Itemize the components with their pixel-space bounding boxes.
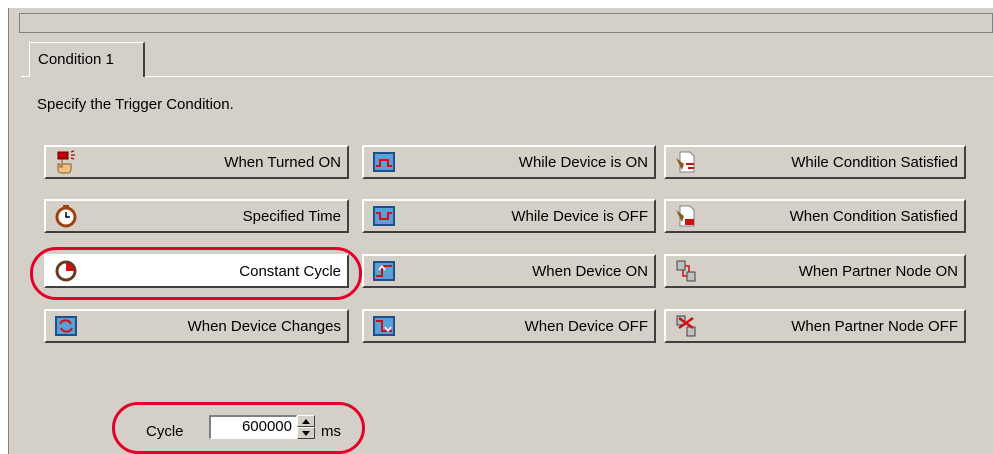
- condition-ok-icon: [674, 204, 698, 228]
- constant-cycle-button[interactable]: Constant Cycle: [44, 254, 349, 288]
- when-partner-node-on-button[interactable]: When Partner Node ON: [664, 254, 966, 288]
- while-device-off-button[interactable]: While Device is OFF: [362, 199, 656, 233]
- button-label: While Device is OFF: [511, 207, 648, 225]
- button-label: When Partner Node ON: [798, 262, 958, 280]
- button-label: When Condition Satisfied: [789, 207, 958, 225]
- when-device-on-button[interactable]: When Device ON: [362, 254, 656, 288]
- button-label: When Partner Node OFF: [791, 317, 958, 335]
- device-on-signal-icon: [372, 150, 396, 174]
- title-bar: [19, 13, 993, 33]
- press-hand-icon: [54, 150, 78, 174]
- tab-label: Condition 1: [38, 51, 114, 68]
- cycle-unit: ms: [321, 423, 341, 440]
- partner-node-off-icon: [674, 314, 698, 338]
- button-label: When Turned ON: [224, 153, 341, 171]
- while-condition-satisfied-button[interactable]: While Condition Satisfied: [664, 145, 966, 179]
- button-label: Constant Cycle: [239, 262, 341, 280]
- condition-document-icon: [674, 150, 698, 174]
- device-off-signal-icon: [372, 204, 396, 228]
- specified-time-button[interactable]: Specified Time: [44, 199, 349, 233]
- cycle-input[interactable]: 600000: [209, 415, 297, 439]
- tab-baseline: [21, 76, 29, 77]
- button-label: While Device is ON: [518, 153, 648, 171]
- spin-down-button[interactable]: [297, 427, 315, 439]
- instruction-text: Specify the Trigger Condition.: [37, 96, 234, 113]
- button-label: While Condition Satisfied: [791, 153, 958, 171]
- tab-condition-1[interactable]: Condition 1: [29, 42, 145, 77]
- when-condition-satisfied-button[interactable]: When Condition Satisfied: [664, 199, 966, 233]
- clock-icon: [54, 204, 78, 228]
- button-label: When Device Changes: [187, 317, 341, 335]
- button-label: When Device ON: [532, 262, 648, 280]
- partner-node-on-icon: [674, 259, 698, 283]
- device-change-icon: [54, 314, 78, 338]
- button-label: Specified Time: [242, 207, 341, 225]
- tab-baseline: [145, 76, 993, 77]
- device-rise-icon: [372, 259, 396, 283]
- when-device-changes-button[interactable]: When Device Changes: [44, 309, 349, 343]
- cycle-label: Cycle: [146, 423, 184, 440]
- arrow-down-icon: [302, 430, 310, 436]
- arrow-up-icon: [302, 418, 310, 424]
- when-device-off-button[interactable]: When Device OFF: [362, 309, 656, 343]
- device-fall-icon: [372, 314, 396, 338]
- spin-up-button[interactable]: [297, 415, 315, 427]
- when-partner-node-off-button[interactable]: When Partner Node OFF: [664, 309, 966, 343]
- cycle-clock-icon: [54, 259, 78, 283]
- cycle-spinner[interactable]: [297, 415, 315, 439]
- while-device-on-button[interactable]: While Device is ON: [362, 145, 656, 179]
- button-label: When Device OFF: [524, 317, 648, 335]
- when-turned-on-button[interactable]: When Turned ON: [44, 145, 349, 179]
